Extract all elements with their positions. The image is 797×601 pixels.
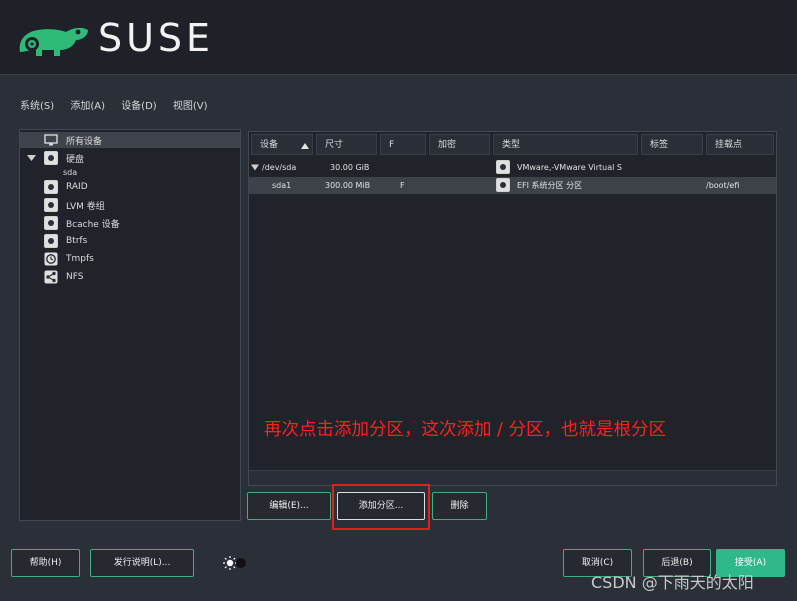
edit-button[interactable]: 编辑(E)... <box>247 492 331 520</box>
tree-item-label: NFS <box>66 272 84 282</box>
tree-item-label: Tmpfs <box>66 254 94 264</box>
cell-mount: /boot/efi <box>706 181 740 190</box>
sort-ascending-icon <box>301 143 309 149</box>
table-row[interactable]: /dev/sda 30.00 GiB VMware,-VMware Virtua… <box>249 159 776 176</box>
tree-item-label: sda <box>63 167 78 177</box>
column-header-label[interactable]: 标签 <box>641 134 703 155</box>
tree-item-label: Bcache 设备 <box>66 219 120 230</box>
cell-device: /dev/sda <box>262 163 297 172</box>
tree-item-label: LVM 卷组 <box>66 201 105 212</box>
partition-icon <box>496 178 510 192</box>
cell-type: EFI 系统分区 分区 <box>517 181 583 190</box>
tree-item-label: RAID <box>66 182 88 192</box>
clock-icon <box>44 252 58 266</box>
tree-item-bcache[interactable]: Bcache 设备 <box>44 215 120 231</box>
raid-icon <box>44 180 58 194</box>
tree-item-tmpfs[interactable]: Tmpfs <box>44 251 94 267</box>
suse-logo-text: SUSE <box>98 16 215 60</box>
tree-item-raid[interactable]: RAID <box>44 179 88 195</box>
monitor-icon <box>44 134 58 146</box>
btrfs-icon <box>44 234 58 248</box>
tree-item-label: 所有设备 <box>66 136 103 147</box>
menu-bar: 系统(S) 添加(A) 设备(D) 视图(V) <box>20 97 221 112</box>
header-bar: SUSE <box>0 0 797 75</box>
tree-item-btrfs[interactable]: Btrfs <box>44 233 87 249</box>
menu-view[interactable]: 视图(V) <box>173 101 208 112</box>
release-notes-button[interactable]: 发行说明(L)... <box>90 549 194 577</box>
tree-item-lvm[interactable]: LVM 卷组 <box>44 197 105 213</box>
suse-chameleon-icon <box>19 27 88 56</box>
theme-toggle-icon[interactable] <box>222 555 248 571</box>
column-header-mount-point[interactable]: 挂载点 <box>706 134 774 155</box>
lvm-icon <box>44 198 58 212</box>
device-tree: 所有设备 硬盘 sda RAID LVM 卷组 Bcache 设备 Btrfs … <box>19 129 241 521</box>
menu-device[interactable]: 设备(D) <box>121 101 157 112</box>
menu-add[interactable]: 添加(A) <box>70 101 105 112</box>
menu-system[interactable]: 系统(S) <box>20 101 54 112</box>
harddisk-icon <box>496 160 510 174</box>
add-partition-button[interactable]: 添加分区... <box>337 492 425 520</box>
watermark-text: CSDN @下雨天的太阳 <box>591 573 754 592</box>
share-icon <box>44 270 58 284</box>
cell-f: F <box>400 181 405 190</box>
table-row[interactable]: sda1 300.00 MiB F EFI 系统分区 分区 /boot/efi <box>249 177 776 194</box>
column-header-type[interactable]: 类型 <box>493 134 638 155</box>
tree-item-nfs[interactable]: NFS <box>44 269 83 285</box>
cell-type: VMware,-VMware Virtual S <box>517 163 622 172</box>
column-header-f[interactable]: F <box>380 134 426 155</box>
cell-device: sda1 <box>272 181 292 190</box>
column-header-size[interactable]: 尺寸 <box>316 134 377 155</box>
annotation-text: 再次点击添加分区，这次添加 / 分区，也就是根分区 <box>264 420 667 440</box>
tree-item-all-devices[interactable]: 所有设备 <box>20 132 240 148</box>
column-header-device[interactable]: 设备 <box>251 134 313 155</box>
cell-size: 30.00 GiB <box>330 163 370 172</box>
table-header: 设备 尺寸 F 加密 类型 标签 挂载点 <box>249 132 776 156</box>
chevron-down-icon[interactable] <box>27 154 36 162</box>
column-header-encryption[interactable]: 加密 <box>429 134 490 155</box>
cell-size: 300.00 MiB <box>325 181 371 190</box>
tree-item-label: Btrfs <box>66 236 88 246</box>
help-button[interactable]: 帮助(H) <box>11 549 80 577</box>
tree-item-sda[interactable]: sda <box>63 164 77 180</box>
tree-item-label: 硬盘 <box>66 154 85 165</box>
horizontal-scrollbar[interactable] <box>249 470 776 485</box>
delete-button[interactable]: 删除 <box>432 492 487 520</box>
chevron-down-icon[interactable] <box>251 164 259 171</box>
harddisk-icon <box>44 151 58 165</box>
bcache-icon <box>44 216 58 230</box>
